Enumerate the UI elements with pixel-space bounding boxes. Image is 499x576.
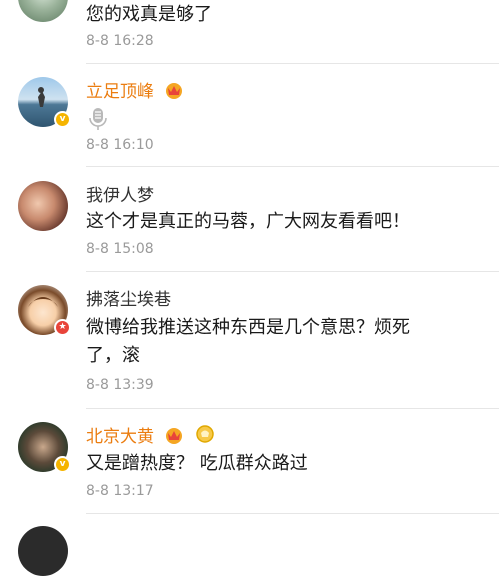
medal-icon: [196, 425, 214, 443]
username[interactable]: 立足顶峰: [86, 77, 185, 102]
username[interactable]: 我伊人梦: [86, 181, 154, 206]
avatar[interactable]: [18, 0, 68, 22]
comment-text: 了，滚: [86, 345, 140, 366]
divider: [86, 513, 499, 514]
username[interactable]: 拂落尘埃巷: [86, 285, 171, 310]
comment-text: 这个才是真正的马蓉，广大网友看看吧！: [86, 211, 410, 232]
avatar[interactable]: v: [18, 77, 74, 133]
vip-crown-icon: [166, 428, 183, 444]
avatar[interactable]: [18, 181, 68, 231]
verified-badge-icon: ★: [54, 319, 71, 336]
divider: [86, 408, 499, 409]
divider: [86, 166, 499, 167]
comment-time: 8-8 13:39: [86, 377, 154, 393]
verified-badge-icon: v: [54, 111, 71, 128]
divider: [86, 63, 499, 64]
comment-text: 微博给我推送这种东西是几个意思？烦死: [86, 317, 410, 338]
comment-time: 8-8 15:08: [86, 241, 154, 257]
vip-crown-icon: [166, 83, 183, 99]
comment-time: 8-8 16:10: [86, 137, 154, 153]
microphone-icon[interactable]: [88, 107, 108, 131]
avatar[interactable]: [18, 526, 68, 576]
verified-badge-icon: v: [54, 456, 71, 473]
divider: [86, 271, 499, 272]
comment-time: 8-8 13:17: [86, 483, 154, 499]
avatar[interactable]: ★: [18, 285, 74, 341]
comment-text: 您的戏真是够了: [86, 4, 212, 25]
comment-time: 8-8 16:28: [86, 33, 154, 49]
username[interactable]: 北京大黄: [86, 422, 215, 447]
comment-text: 又是蹭热度？ 吃瓜群众路过: [86, 453, 308, 474]
avatar[interactable]: v: [18, 422, 74, 478]
